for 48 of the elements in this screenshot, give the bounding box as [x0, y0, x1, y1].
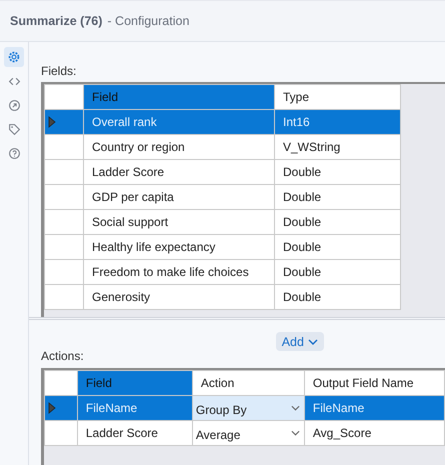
table-row[interactable]: Generosity Double: [44, 284, 400, 310]
row-pointer-icon: [48, 116, 56, 128]
action-dropdown[interactable]: Average: [192, 421, 304, 445]
chevron-icon: [290, 405, 300, 411]
table-cell: Overall rank: [84, 110, 274, 134]
column-header[interactable]: Action: [192, 370, 304, 396]
table-cell: Social support: [84, 210, 274, 234]
table-cell: Freedom to make life choices: [84, 260, 274, 284]
table-cell: FileName: [77, 396, 192, 420]
table-cell: Ladder Score: [77, 420, 192, 446]
table-cell: Ladder Score: [84, 160, 274, 184]
table-cell: Healthy life expectancy: [84, 234, 274, 260]
window-title: Summarize (76): [10, 14, 102, 28]
table-cell: Avg_Score: [304, 420, 444, 446]
chevron-icon: [290, 430, 300, 436]
section-label: Fields:: [41, 64, 78, 78]
column-header[interactable]: Field: [84, 84, 274, 110]
table-row[interactable]: Social support Double: [44, 210, 400, 234]
row-pointer-icon: [48, 402, 56, 414]
table-cell: Int16: [274, 110, 400, 134]
table-cell: Double: [274, 184, 400, 210]
table-row[interactable]: Country or region V_WString: [44, 134, 400, 160]
column-header[interactable]: Type: [274, 84, 400, 110]
table-cell: Double: [274, 160, 400, 184]
action-dropdown[interactable]: Group By: [192, 396, 304, 420]
table-row[interactable]: GDP per capita Double: [44, 184, 400, 210]
table-cell: FileName: [304, 396, 444, 420]
table-cell: Double: [274, 234, 400, 260]
table-row[interactable]: Healthy life expectancy Double: [44, 234, 400, 260]
table-row[interactable]: Ladder Score Average Avg_Score: [44, 420, 444, 446]
chevron-icon: [308, 338, 318, 344]
table-cell: Double: [274, 210, 400, 234]
table-cell: V_WString: [274, 134, 400, 160]
settings-icon[interactable]: [4, 47, 24, 67]
table-row[interactable]: Overall rank Int16: [44, 110, 400, 134]
table-row[interactable]: Freedom to make life choices Double: [44, 260, 400, 284]
column-header[interactable]: Field: [77, 370, 192, 396]
table-cell: Country or region: [84, 134, 274, 160]
table-cell: GDP per capita: [84, 184, 274, 210]
table-cell: Double: [274, 260, 400, 284]
table-cell: Double: [274, 284, 400, 310]
add-button[interactable]: Add: [276, 332, 324, 351]
table-row[interactable]: Ladder Score Double: [44, 160, 400, 184]
column-header[interactable]: Output Field Name: [304, 370, 444, 396]
table-cell: Generosity: [84, 284, 274, 310]
section-label: Actions:: [41, 349, 84, 363]
window-subtitle: - Configuration: [107, 14, 190, 28]
table-row[interactable]: FileName Group By FileName: [44, 396, 444, 420]
